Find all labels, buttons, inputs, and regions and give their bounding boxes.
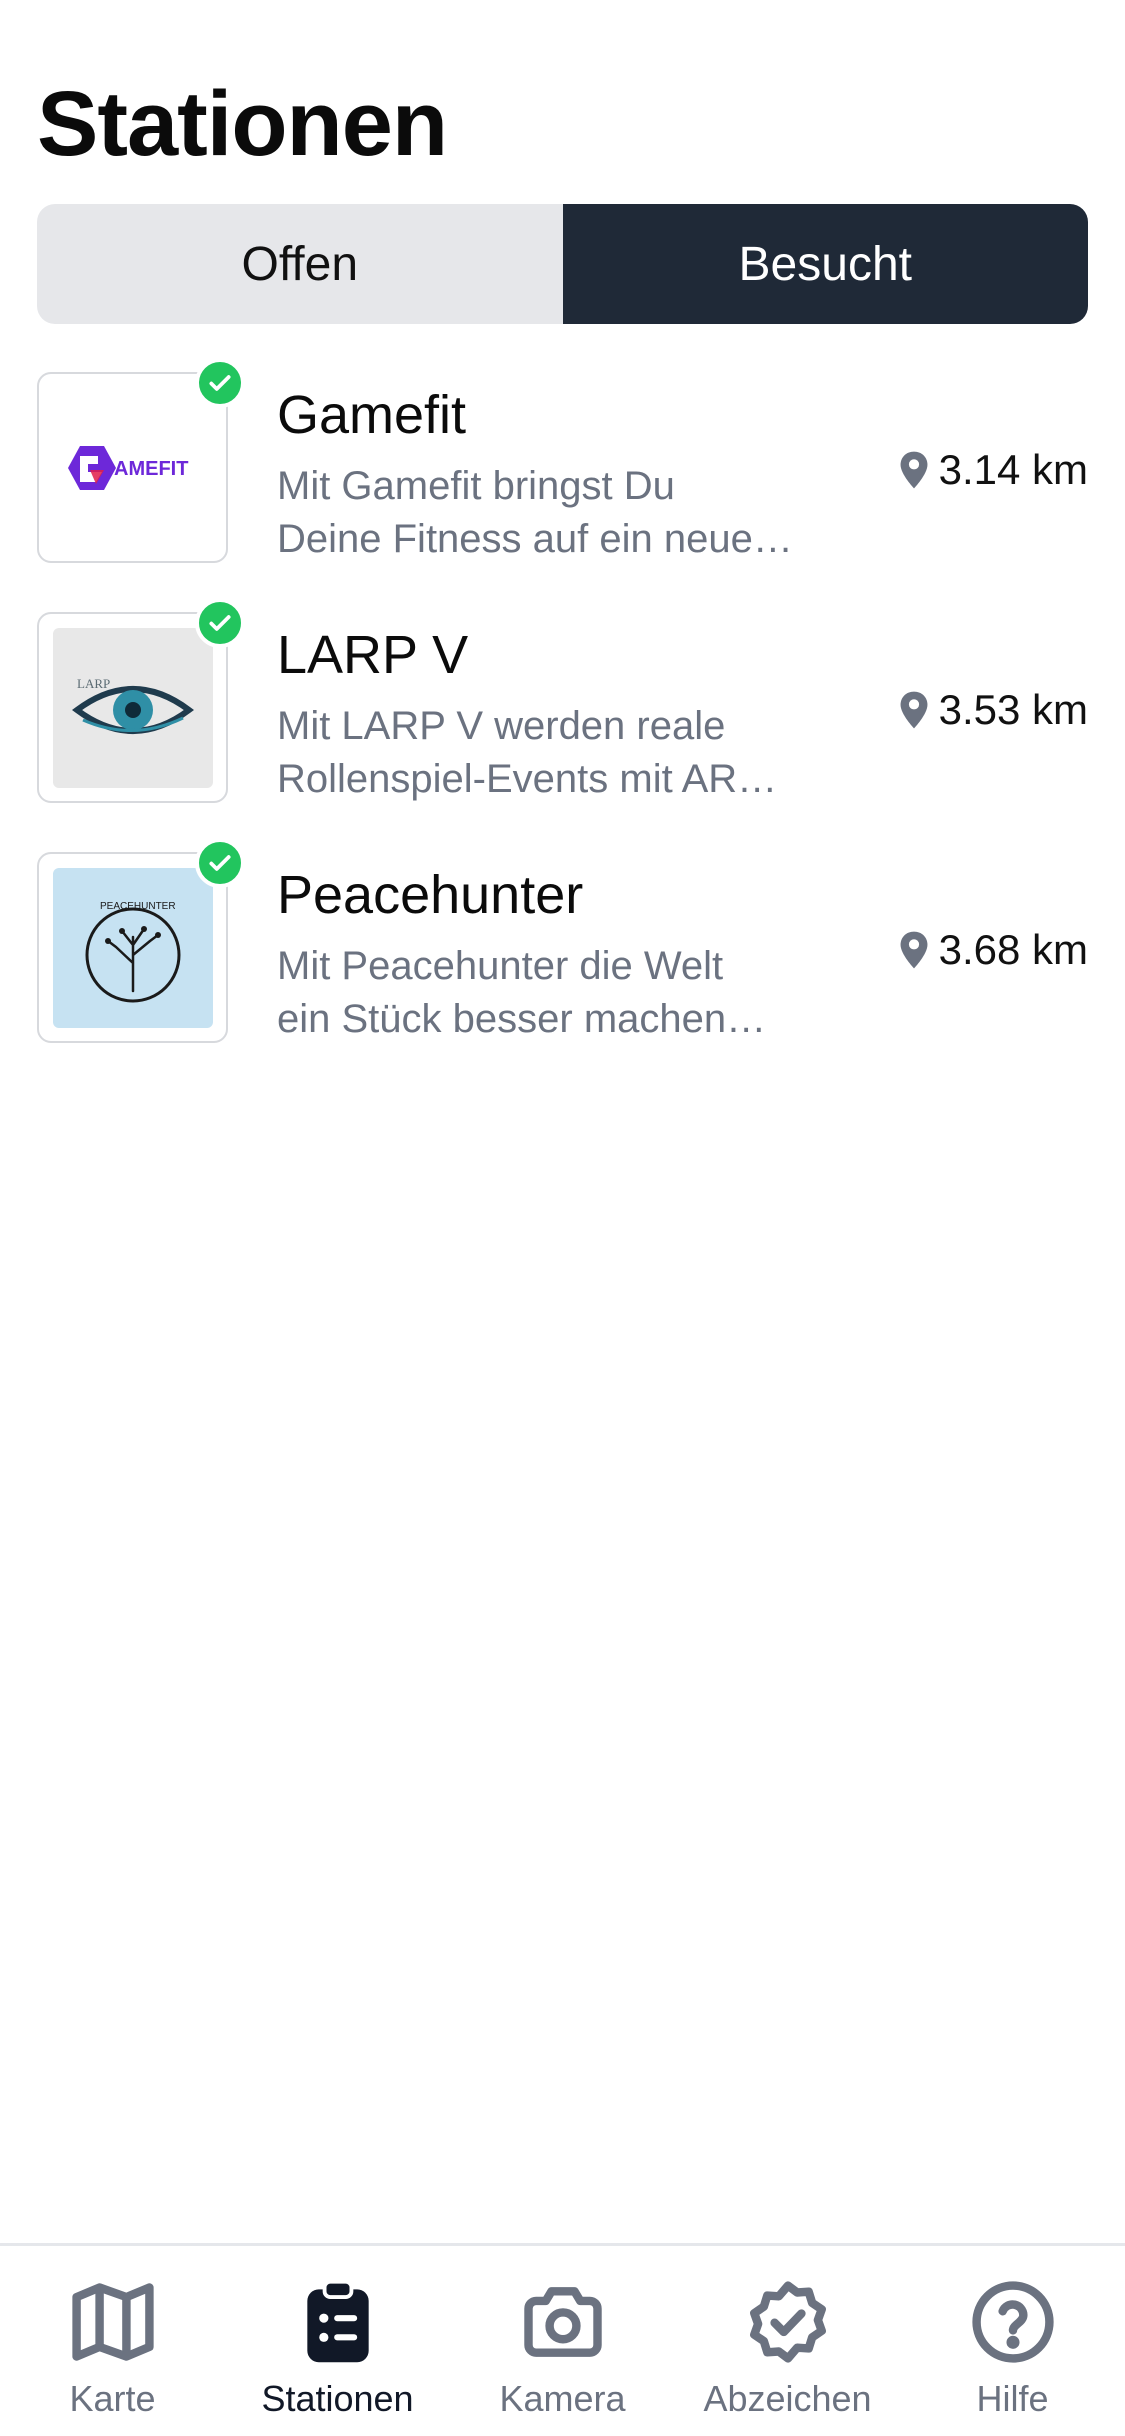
map-pin-icon: [900, 931, 928, 969]
station-distance: 3.53 km: [897, 686, 1088, 734]
distance-value: 3.53 km: [938, 686, 1088, 733]
segment-open[interactable]: Offen: [37, 204, 563, 324]
segment-visited[interactable]: Besucht: [562, 204, 1088, 324]
station-name: Gamefit: [277, 385, 467, 445]
larp-logo-text: LARP: [77, 676, 110, 691]
peacehunter-logo: PEACEHUNTER: [52, 867, 213, 1028]
tab-label: Stationen: [261, 2378, 414, 2419]
station-description: Mit Gamefit bringst Du Deine Fitness auf…: [277, 460, 837, 566]
station-description-line: Mit Gamefit bringst Du: [277, 464, 675, 508]
station-distance: 3.68 km: [897, 926, 1088, 974]
station-description-line: Deine Fitness auf ein neue…: [277, 517, 793, 561]
map-icon: [65, 2274, 161, 2370]
camera-icon: [515, 2274, 611, 2370]
gamefit-logo: AMEFIT: [53, 388, 213, 548]
tab-label: Karte: [69, 2378, 156, 2419]
station-name: Peacehunter: [277, 865, 584, 925]
larp-v-logo: LARP: [52, 627, 213, 788]
station-thumbnail: PEACEHUNTER: [37, 852, 228, 1043]
station-description-line: Mit Peacehunter die Welt: [277, 944, 724, 988]
station-description: Mit Peacehunter die Welt ein Stück besse…: [277, 940, 837, 1046]
gamefit-logo-text: AMEFIT: [114, 458, 188, 480]
station-item-gamefit[interactable]: AMEFIT Gamefit Mit Gamefit bringst Du De…: [37, 358, 1088, 612]
page-title: Stationen: [37, 73, 448, 175]
bottom-tab-bar: Karte Stationen Kamera Abzeichen Hilfe: [0, 2243, 1125, 2436]
station-description-line: ein Stück besser machen…: [277, 997, 767, 1041]
visited-check-icon: [195, 838, 245, 888]
tab-label: Hilfe: [976, 2378, 1049, 2419]
badge-check-icon: [740, 2274, 836, 2370]
station-list: AMEFIT Gamefit Mit Gamefit bringst Du De…: [37, 358, 1088, 1092]
visited-check-icon: [195, 598, 245, 648]
tab-hilfe[interactable]: Hilfe: [900, 2246, 1125, 2436]
open-visited-toggle: Offen Besucht: [37, 204, 1088, 324]
station-distance: 3.14 km: [897, 446, 1088, 494]
tab-karte[interactable]: Karte: [0, 2246, 225, 2436]
map-pin-icon: [900, 691, 928, 729]
visited-check-icon: [195, 358, 245, 408]
stations-screen: Stationen Offen Besucht AMEFIT Gamefit M…: [0, 0, 1125, 2436]
distance-value: 3.68 km: [938, 926, 1088, 973]
station-description: Mit LARP V werden reale Rollenspiel-Even…: [277, 700, 837, 806]
tab-abzeichen[interactable]: Abzeichen: [675, 2246, 900, 2436]
clipboard-list-icon: [290, 2274, 386, 2370]
station-thumbnail: AMEFIT: [37, 372, 228, 563]
station-description-line: Mit LARP V werden reale: [277, 704, 726, 748]
station-item-peacehunter[interactable]: PEACEHUNTER Peacehunter Mit Peacehunter …: [37, 838, 1088, 1092]
map-pin-icon: [900, 451, 928, 489]
station-description-line: Rollenspiel-Events mit AR…: [277, 757, 778, 801]
peacehunter-logo-text: PEACEHUNTER: [100, 901, 176, 912]
station-item-larp-v[interactable]: LARP LARP V Mit LARP V werden reale Roll…: [37, 598, 1088, 852]
tab-stationen[interactable]: Stationen: [225, 2246, 450, 2436]
question-circle-icon: [965, 2274, 1061, 2370]
distance-value: 3.14 km: [938, 446, 1088, 493]
tab-label: Kamera: [499, 2378, 626, 2419]
tab-label: Abzeichen: [703, 2378, 872, 2419]
station-thumbnail: LARP: [37, 612, 228, 803]
tab-kamera[interactable]: Kamera: [450, 2246, 675, 2436]
station-name: LARP V: [277, 625, 469, 685]
